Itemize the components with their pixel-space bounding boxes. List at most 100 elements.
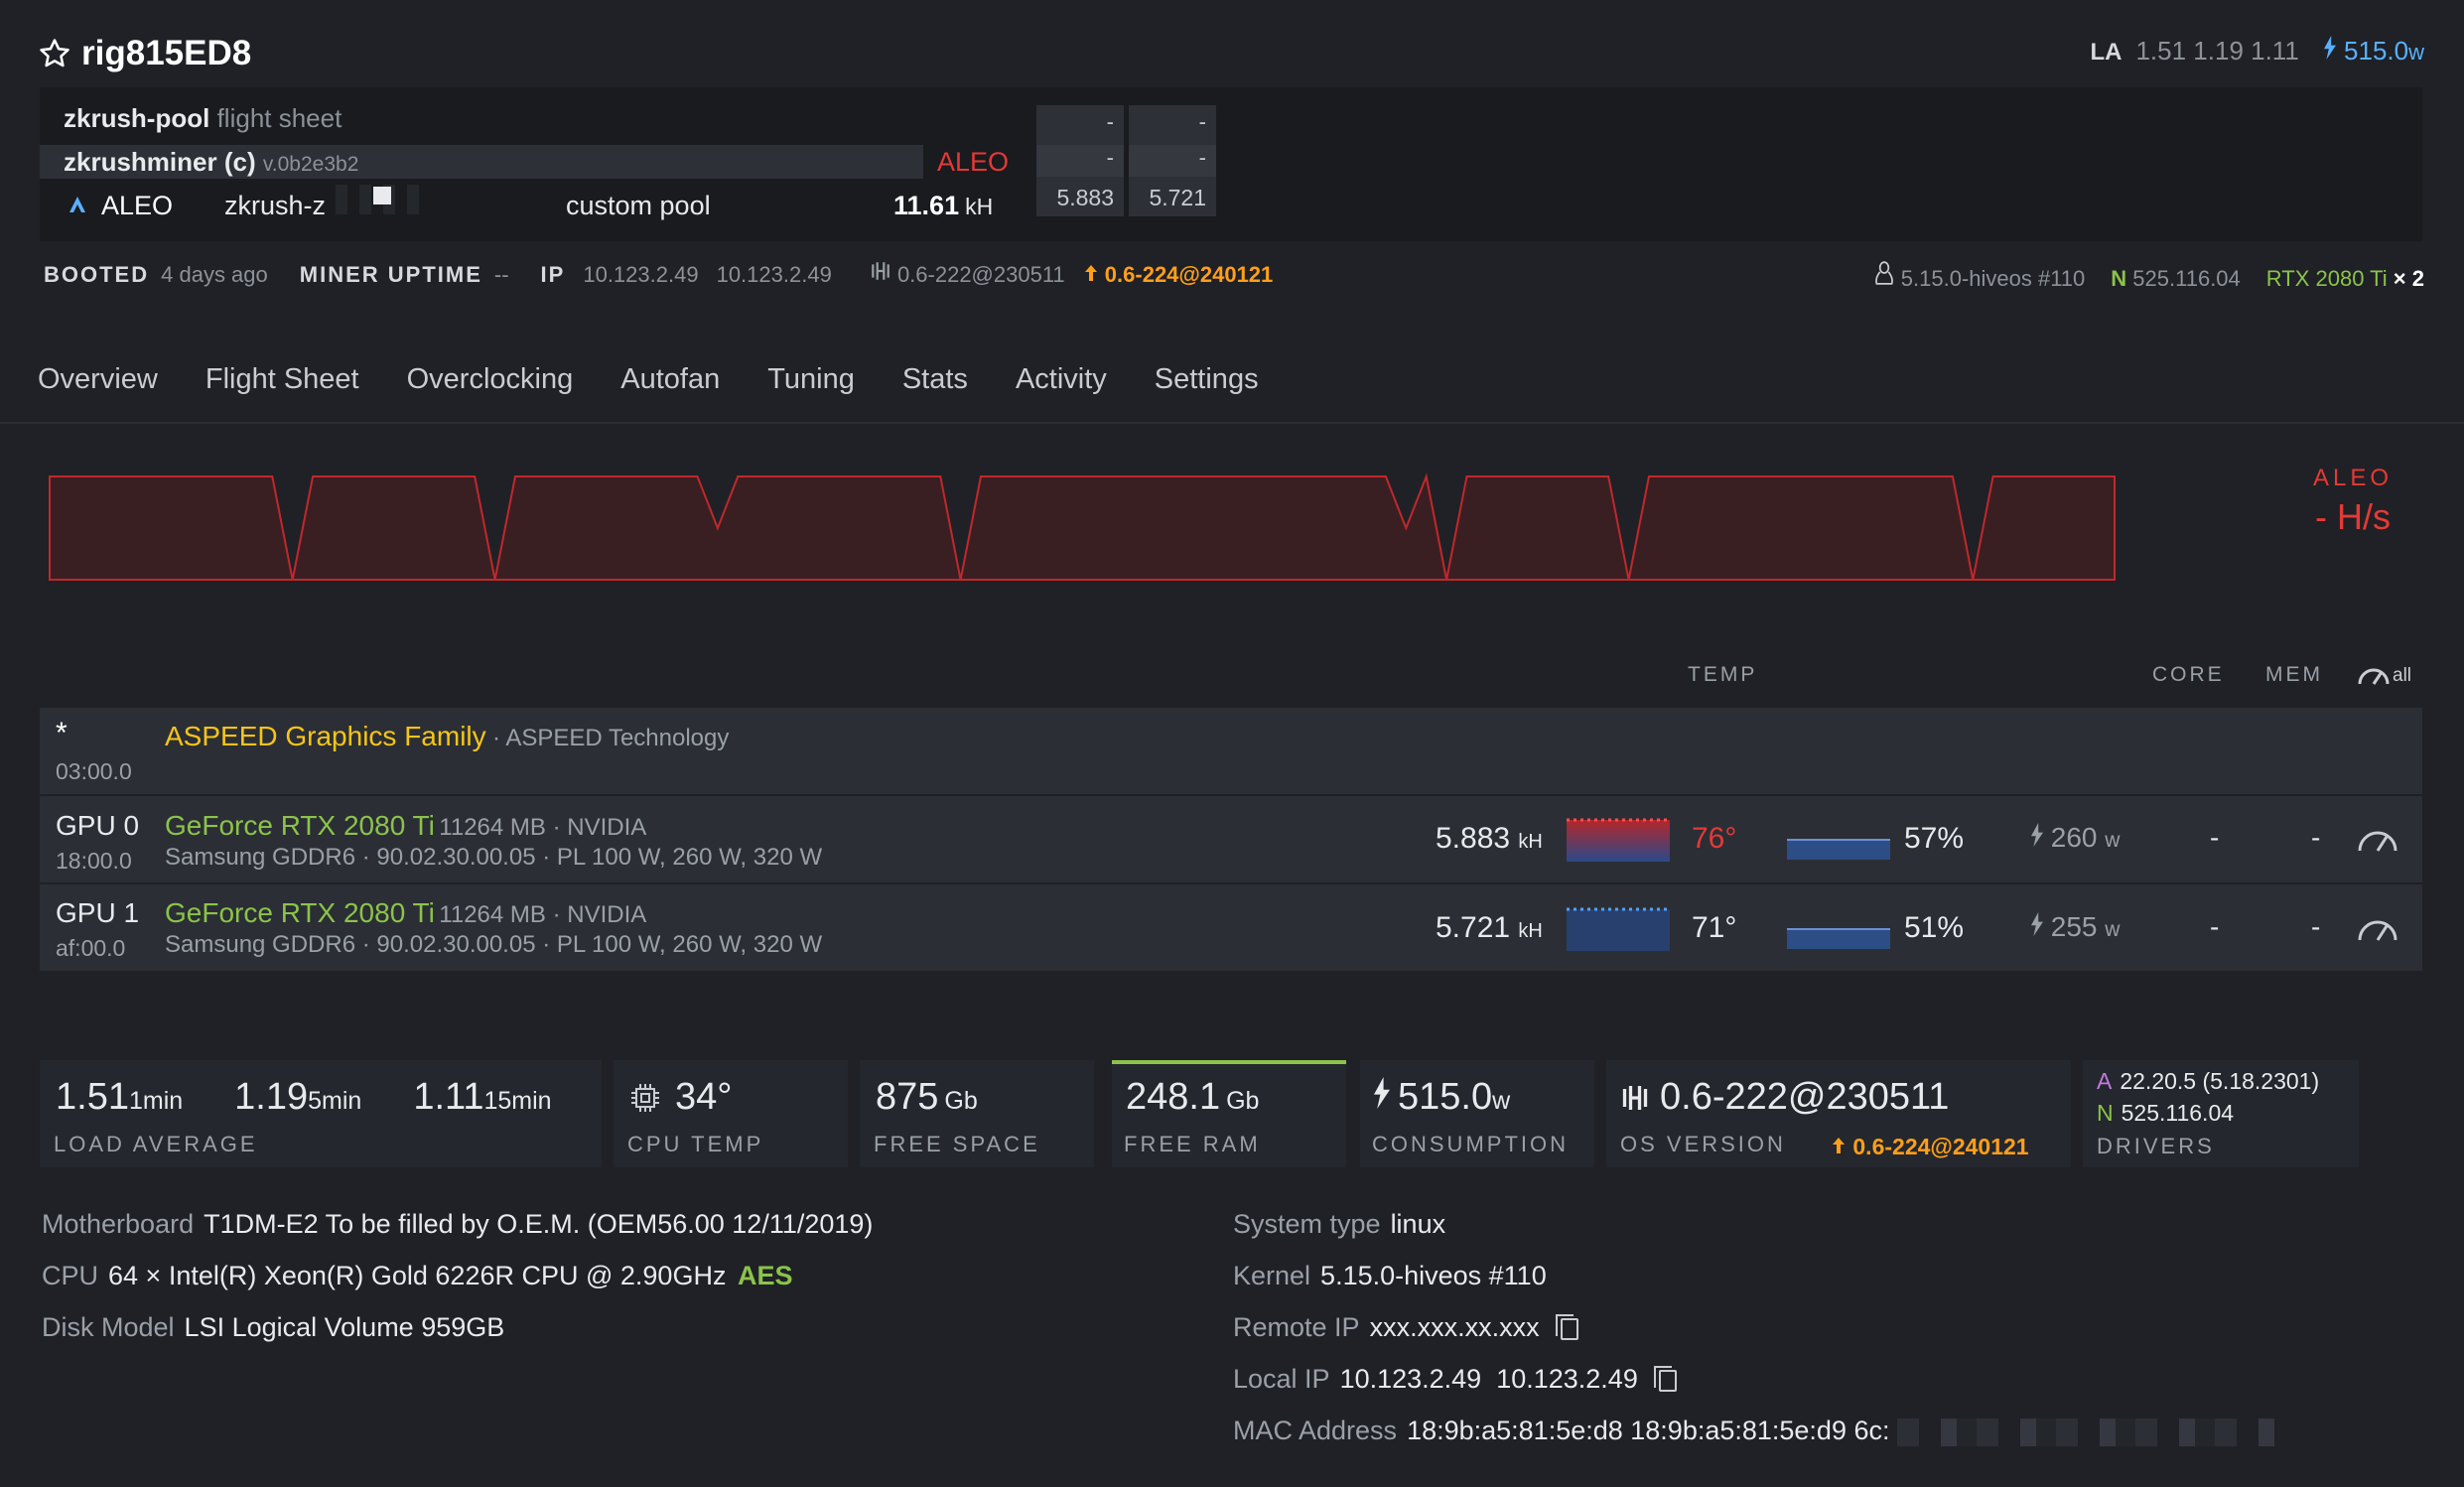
wallet-line: ALEO zkrush-z custom pool 11.61 kH (64, 185, 993, 221)
copy-icon[interactable] (1654, 1365, 1678, 1392)
disk-info: Disk Model LSI Logical Volume 959GB (42, 1312, 504, 1343)
hashrate-chart[interactable] (40, 457, 2124, 596)
tab-flight-sheet[interactable]: Flight Sheet (205, 363, 359, 396)
gpu-fan-sparkline (1787, 928, 1890, 949)
bolt-icon (2031, 823, 2043, 847)
ip-value-2: 10.123.2.49 (716, 262, 832, 287)
gauge-icon[interactable] (2357, 913, 2398, 943)
gpu-hashrate-value: 5.883 (1436, 822, 1511, 855)
ip-label: IP (540, 262, 566, 287)
free-space-caption: FREE SPACE (874, 1132, 1040, 1156)
cpu-temp-value: 34° (675, 1076, 733, 1118)
os-upgrade: 0.6-224@240121 (1852, 1134, 2029, 1159)
power-value: 515.0 (2344, 36, 2409, 66)
booted-value: 4 days ago (161, 262, 268, 287)
tab-activity[interactable]: Activity (1016, 363, 1107, 396)
device-bus: 03:00.0 (56, 758, 132, 784)
cpu-temp-card: 34° CPU TEMP (614, 1060, 848, 1167)
disk-value: LSI Logical Volume 959GB (184, 1312, 505, 1342)
gauge-icon (2358, 668, 2390, 685)
gpu-count: × 2 (2393, 266, 2424, 291)
status-row: BOOTED 4 days ago MINER UPTIME -- IP 10.… (44, 260, 1273, 288)
arrow-up-icon (1084, 265, 1097, 281)
col-mem: MEM (2265, 663, 2323, 686)
driver-nv-letter: N (2097, 1100, 2114, 1126)
gpu-power-unit: w (2105, 918, 2121, 941)
gpu1-mini-top: - (1198, 109, 1206, 134)
gpu-hashrate-unit: kH (1518, 920, 1543, 942)
chart-plot-area (49, 473, 2116, 581)
la-5: 1.195min (234, 1076, 361, 1119)
la-15: 1.1115min (413, 1076, 551, 1119)
gpu1-mini-mid: - (1129, 145, 1216, 177)
miner-info: zkrushminer (c) v.0b2e3b2 (64, 147, 358, 178)
flight-sheet-title[interactable]: zkrush-pool flight sheet (64, 103, 342, 134)
kernel-info: Kernel 5.15.0-hiveos #110 (1233, 1261, 1547, 1291)
kernel-value: 5.15.0-hiveos #110 (1320, 1261, 1547, 1290)
cpu-temp-caption: CPU TEMP (627, 1132, 764, 1156)
col-core: CORE (2152, 663, 2225, 686)
drivers-card: A 22.20.5 (5.18.2301) N 525.116.04 DRIVERS (2083, 1060, 2359, 1167)
power-readout: 515.0w (2323, 36, 2424, 67)
system-type-value: linux (1390, 1209, 1446, 1239)
gpu1-mini-value: 5.721 (1149, 185, 1206, 210)
cpu-value: 64 × Intel(R) Xeon(R) Gold 6226R CPU @ 2… (108, 1261, 727, 1290)
motherboard-value: T1DM-E2 To be filled by O.E.M. (OEM56.00… (204, 1209, 874, 1239)
os-version-card: 0.6-222@230511 OS VERSION 0.6-224@240121 (1606, 1060, 2071, 1167)
os-upgrade-link[interactable]: 0.6-224@240121 (1831, 1134, 2029, 1160)
mac-info: MAC Address 18:9b:a5:81:5e:d8 18:9b:a5:81… (1233, 1416, 2274, 1446)
gpu-title: GeForce RTX 2080 Ti 11264 MB · NVIDIA (165, 810, 646, 842)
gpu-memclk: - (2311, 911, 2321, 942)
system-type-label: System type (1233, 1209, 1381, 1239)
free-ram-caption: FREE RAM (1124, 1132, 1261, 1156)
kernel-label: Kernel (1233, 1261, 1311, 1290)
hashrate-series-area (49, 473, 2116, 581)
tab-overclocking[interactable]: Overclocking (407, 363, 574, 396)
gpu-hashrate: 5.883 kH (1436, 822, 1543, 856)
power-unit: w (2408, 40, 2424, 65)
gpu-bus: 18:00.0 (56, 848, 132, 874)
tab-stats[interactable]: Stats (902, 363, 968, 396)
gpu-fan: 57% (1904, 822, 1965, 855)
mac-label: MAC Address (1233, 1416, 1398, 1445)
free-space-unit: Gb (944, 1087, 978, 1115)
hive-icon (1622, 1085, 1648, 1110)
all-gauge-button[interactable]: all (2357, 659, 2411, 687)
la-1-value: 1.51 (56, 1076, 129, 1118)
gpu-details: Samsung GDDR6 · 90.02.30.00.05 · PL 100 … (165, 844, 823, 871)
cpu-flag: AES (737, 1261, 793, 1290)
ip-value-1: 10.123.2.49 (583, 262, 699, 287)
gpu-hashrate-unit: kH (1518, 831, 1543, 853)
gauge-icon[interactable] (2357, 824, 2398, 854)
tab-overview[interactable]: Overview (38, 363, 158, 396)
version-upgrade-link[interactable]: 0.6-224@240121 (1083, 262, 1273, 288)
gpu-power: 255 w (2031, 911, 2120, 943)
uptime-label: MINER UPTIME (299, 262, 482, 287)
consumption-value: 515.0 (1398, 1076, 1493, 1118)
bolt-icon (1374, 1077, 1390, 1109)
driver-amd-letter: A (2097, 1068, 2113, 1094)
motherboard-info: Motherboard T1DM-E2 To be filled by O.E.M… (42, 1209, 873, 1240)
device-name: ASPEED Graphics Family (165, 721, 486, 751)
gpu-memory: 11264 MB · NVIDIA (439, 901, 647, 928)
gpu-core: - (2210, 822, 2220, 853)
copy-icon[interactable] (1556, 1313, 1579, 1340)
booted-label: BOOTED (44, 262, 150, 287)
free-ram-unit: Gb (1226, 1087, 1260, 1115)
free-space-value: 875 (876, 1076, 939, 1118)
tab-settings[interactable]: Settings (1155, 363, 1259, 396)
gpu-core: - (2210, 911, 2220, 942)
coin-tag: ALEO (937, 147, 1010, 177)
gpu-fan: 51% (1904, 911, 1965, 944)
la-caption: LOAD AVERAGE (54, 1132, 258, 1156)
flight-sheet-name: zkrush-pool (64, 103, 210, 133)
drivers-caption: DRIVERS (2097, 1134, 2215, 1158)
tab-tuning[interactable]: Tuning (767, 363, 855, 396)
wallet-redacted (336, 185, 432, 214)
tab-autofan[interactable]: Autofan (620, 363, 720, 396)
gpu-bus: af:00.0 (56, 935, 126, 961)
mac-value: 18:9b:a5:81:5e:d8 18:9b:a5:81:5e:d9 6c: (1407, 1416, 1890, 1445)
gpu-temp-sparkline (1567, 818, 1670, 862)
coin-name: ALEO (101, 191, 174, 220)
star-icon[interactable] (38, 37, 71, 70)
